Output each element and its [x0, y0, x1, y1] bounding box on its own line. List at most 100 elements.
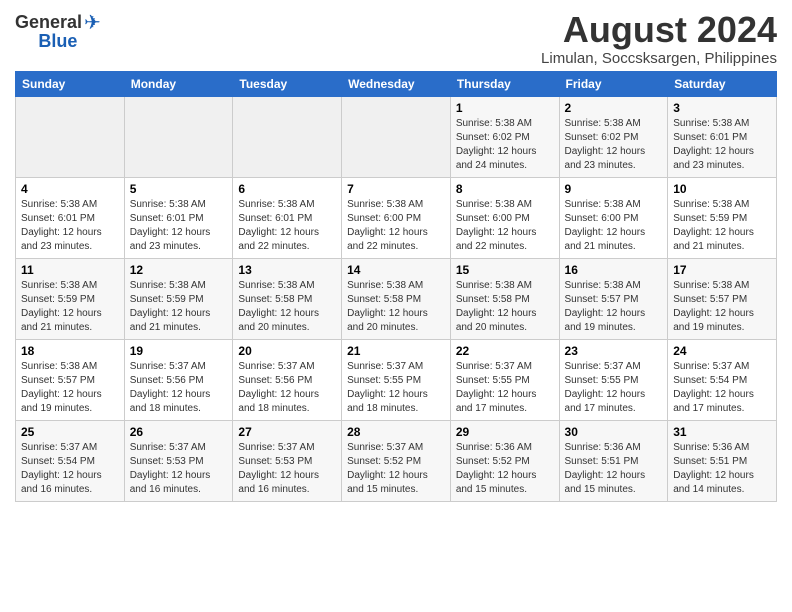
calendar-cell: 26 Sunrise: 5:37 AMSunset: 5:53 PMDayligh…: [124, 420, 233, 501]
day-info: Sunrise: 5:38 AMSunset: 5:57 PMDaylight:…: [21, 360, 119, 416]
day-number: 8: [456, 182, 554, 196]
calendar-cell: 12 Sunrise: 5:38 AMSunset: 5:59 PMDayligh…: [124, 258, 233, 339]
day-info: Sunrise: 5:38 AMSunset: 5:58 PMDaylight:…: [238, 279, 336, 335]
page-header: General ✈ Blue August 2024 Limulan, Socc…: [15, 10, 777, 67]
calendar-cell: 18 Sunrise: 5:38 AMSunset: 5:57 PMDayligh…: [16, 339, 125, 420]
day-info: Sunrise: 5:38 AMSunset: 5:57 PMDaylight:…: [565, 279, 663, 335]
day-info: Sunrise: 5:38 AMSunset: 6:01 PMDaylight:…: [238, 198, 336, 254]
calendar-cell: 23 Sunrise: 5:37 AMSunset: 5:55 PMDayligh…: [559, 339, 668, 420]
day-info: Sunrise: 5:36 AMSunset: 5:52 PMDaylight:…: [456, 441, 554, 497]
day-number: 21: [347, 344, 445, 358]
calendar-cell: 4Sunrise: 5:38 AMSunset: 6:01 PMDaylight…: [16, 177, 125, 258]
calendar-cell: 25 Sunrise: 5:37 AMSunset: 5:54 PMDayligh…: [16, 420, 125, 501]
calendar-cell: 27Sunrise: 5:37 AMSunset: 5:53 PMDayligh…: [233, 420, 342, 501]
day-info: Sunrise: 5:37 AMSunset: 5:54 PMDaylight:…: [673, 360, 771, 416]
calendar-cell: [233, 96, 342, 177]
header-wednesday: Wednesday: [342, 71, 451, 96]
day-number: 18: [21, 344, 119, 358]
day-info: Sunrise: 5:37 AMSunset: 5:55 PMDaylight:…: [565, 360, 663, 416]
day-info: Sunrise: 5:38 AMSunset: 5:59 PMDaylight:…: [130, 279, 228, 335]
day-info: Sunrise: 5:38 AMSunset: 6:02 PMDaylight:…: [565, 117, 663, 173]
day-number: 1: [456, 101, 554, 115]
location-text: Limulan, Soccsksargen, Philippines: [541, 50, 777, 67]
day-number: 11: [21, 263, 119, 277]
header-thursday: Thursday: [450, 71, 559, 96]
day-number: 2: [565, 101, 663, 115]
day-info: Sunrise: 5:36 AMSunset: 5:51 PMDaylight:…: [673, 441, 771, 497]
day-number: 29: [456, 425, 554, 439]
calendar-cell: 14Sunrise: 5:38 AMSunset: 5:58 PMDayligh…: [342, 258, 451, 339]
day-info: Sunrise: 5:37 AMSunset: 5:55 PMDaylight:…: [347, 360, 445, 416]
logo-bird-icon: ✈: [84, 10, 101, 35]
day-info: Sunrise: 5:37 AMSunset: 5:53 PMDaylight:…: [130, 441, 228, 497]
calendar-cell: 1 Sunrise: 5:38 AMSunset: 6:02 PMDaylight…: [450, 96, 559, 177]
day-info: Sunrise: 5:38 AMSunset: 5:57 PMDaylight:…: [673, 279, 771, 335]
day-number: 28: [347, 425, 445, 439]
day-info: Sunrise: 5:38 AMSunset: 5:59 PMDaylight:…: [21, 279, 119, 335]
day-number: 30: [565, 425, 663, 439]
day-number: 13: [238, 263, 336, 277]
day-number: 3: [673, 101, 771, 115]
day-number: 20: [238, 344, 336, 358]
calendar-cell: 15Sunrise: 5:38 AMSunset: 5:58 PMDayligh…: [450, 258, 559, 339]
calendar-cell: [342, 96, 451, 177]
logo: General ✈ Blue: [15, 10, 101, 52]
calendar-cell: [124, 96, 233, 177]
day-number: 12: [130, 263, 228, 277]
day-number: 25: [21, 425, 119, 439]
day-info: Sunrise: 5:36 AMSunset: 5:51 PMDaylight:…: [565, 441, 663, 497]
calendar-cell: 9Sunrise: 5:38 AMSunset: 6:00 PMDaylight…: [559, 177, 668, 258]
day-number: 9: [565, 182, 663, 196]
calendar-cell: 22 Sunrise: 5:37 AMSunset: 5:55 PMDayligh…: [450, 339, 559, 420]
day-number: 15: [456, 263, 554, 277]
calendar-week-row-3: 11 Sunrise: 5:38 AMSunset: 5:59 PMDayligh…: [16, 258, 777, 339]
calendar-cell: 11 Sunrise: 5:38 AMSunset: 5:59 PMDayligh…: [16, 258, 125, 339]
header-sunday: Sunday: [16, 71, 125, 96]
day-info: Sunrise: 5:37 AMSunset: 5:53 PMDaylight:…: [238, 441, 336, 497]
day-number: 26: [130, 425, 228, 439]
calendar-cell: 16Sunrise: 5:38 AMSunset: 5:57 PMDayligh…: [559, 258, 668, 339]
calendar-cell: 2 Sunrise: 5:38 AMSunset: 6:02 PMDaylight…: [559, 96, 668, 177]
day-number: 10: [673, 182, 771, 196]
header-saturday: Saturday: [668, 71, 777, 96]
day-number: 19: [130, 344, 228, 358]
calendar-week-row-1: 1 Sunrise: 5:38 AMSunset: 6:02 PMDaylight…: [16, 96, 777, 177]
day-number: 5: [130, 182, 228, 196]
calendar-table: Sunday Monday Tuesday Wednesday Thursday…: [15, 71, 777, 502]
day-number: 22: [456, 344, 554, 358]
day-info: Sunrise: 5:37 AMSunset: 5:56 PMDaylight:…: [238, 360, 336, 416]
logo-blue: Blue: [38, 31, 77, 52]
day-number: 17: [673, 263, 771, 277]
calendar-cell: 7Sunrise: 5:38 AMSunset: 6:00 PMDaylight…: [342, 177, 451, 258]
logo-general: General: [15, 12, 82, 33]
calendar-cell: 13 Sunrise: 5:38 AMSunset: 5:58 PMDayligh…: [233, 258, 342, 339]
calendar-cell: 20 Sunrise: 5:37 AMSunset: 5:56 PMDayligh…: [233, 339, 342, 420]
day-info: Sunrise: 5:37 AMSunset: 5:55 PMDaylight:…: [456, 360, 554, 416]
calendar-week-row-5: 25 Sunrise: 5:37 AMSunset: 5:54 PMDayligh…: [16, 420, 777, 501]
day-number: 4: [21, 182, 119, 196]
day-number: 7: [347, 182, 445, 196]
day-info: Sunrise: 5:37 AMSunset: 5:56 PMDaylight:…: [130, 360, 228, 416]
day-number: 6: [238, 182, 336, 196]
calendar-cell: 24 Sunrise: 5:37 AMSunset: 5:54 PMDayligh…: [668, 339, 777, 420]
calendar-cell: 3 Sunrise: 5:38 AMSunset: 6:01 PMDaylight…: [668, 96, 777, 177]
calendar-cell: 29 Sunrise: 5:36 AMSunset: 5:52 PMDayligh…: [450, 420, 559, 501]
calendar-cell: 5Sunrise: 5:38 AMSunset: 6:01 PMDaylight…: [124, 177, 233, 258]
day-info: Sunrise: 5:37 AMSunset: 5:52 PMDaylight:…: [347, 441, 445, 497]
calendar-cell: 30 Sunrise: 5:36 AMSunset: 5:51 PMDayligh…: [559, 420, 668, 501]
day-info: Sunrise: 5:38 AMSunset: 6:01 PMDaylight:…: [673, 117, 771, 173]
title-area: August 2024 Limulan, Soccsksargen, Phili…: [541, 10, 777, 67]
day-number: 31: [673, 425, 771, 439]
calendar-cell: 28 Sunrise: 5:37 AMSunset: 5:52 PMDayligh…: [342, 420, 451, 501]
header-monday: Monday: [124, 71, 233, 96]
day-info: Sunrise: 5:38 AMSunset: 6:00 PMDaylight:…: [456, 198, 554, 254]
day-info: Sunrise: 5:38 AMSunset: 5:59 PMDaylight:…: [673, 198, 771, 254]
calendar-cell: [16, 96, 125, 177]
day-number: 23: [565, 344, 663, 358]
calendar-cell: 10 Sunrise: 5:38 AMSunset: 5:59 PMDayligh…: [668, 177, 777, 258]
day-number: 24: [673, 344, 771, 358]
day-info: Sunrise: 5:37 AMSunset: 5:54 PMDaylight:…: [21, 441, 119, 497]
day-info: Sunrise: 5:38 AMSunset: 6:02 PMDaylight:…: [456, 117, 554, 173]
calendar-cell: 17 Sunrise: 5:38 AMSunset: 5:57 PMDayligh…: [668, 258, 777, 339]
calendar-cell: 8 Sunrise: 5:38 AMSunset: 6:00 PMDaylight…: [450, 177, 559, 258]
